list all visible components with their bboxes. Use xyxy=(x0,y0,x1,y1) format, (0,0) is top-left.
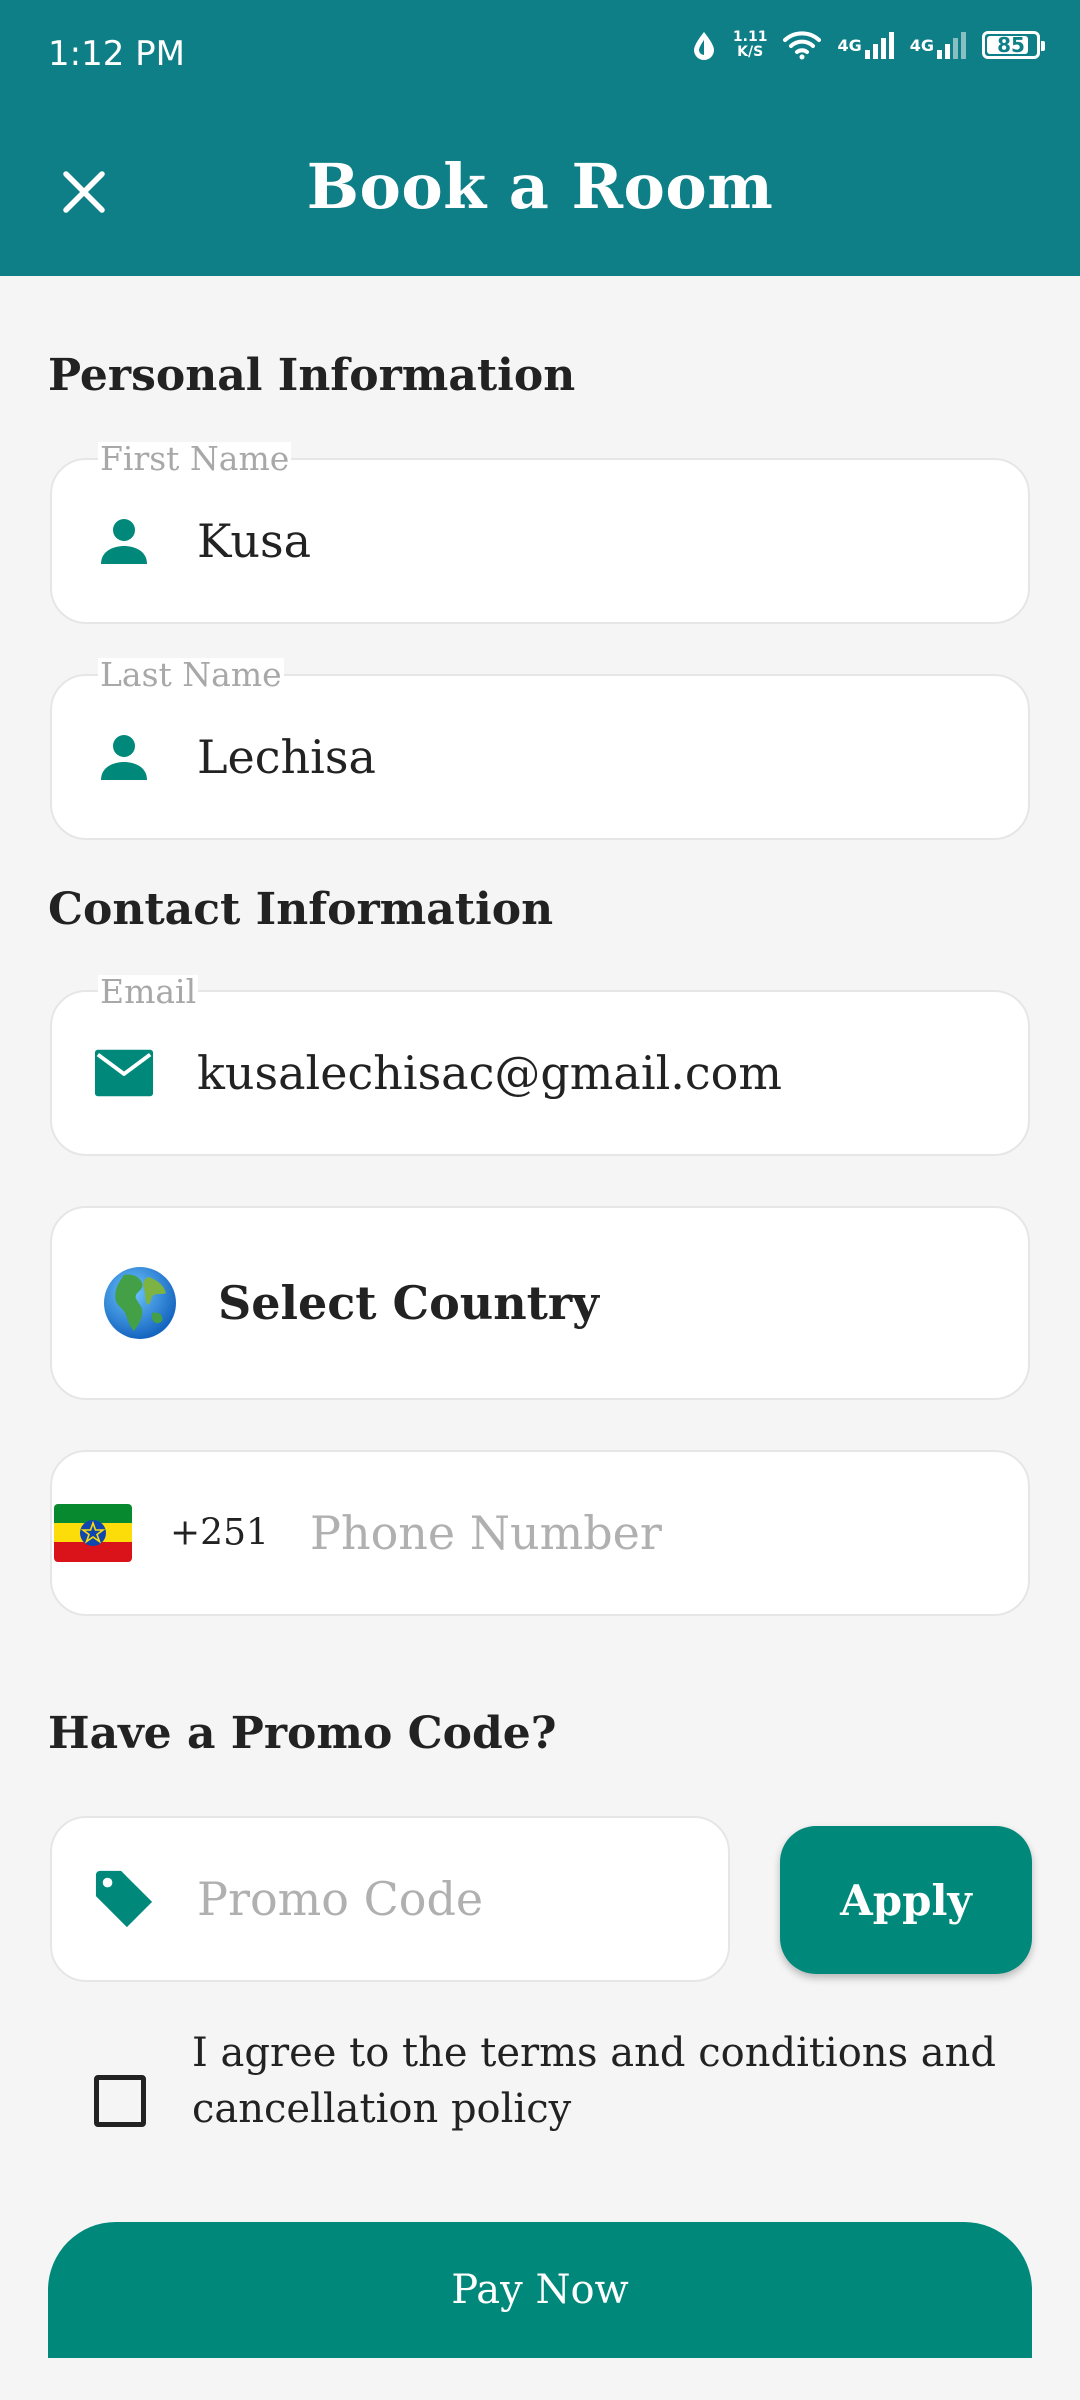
signal-icon-sim2: 4G xyxy=(910,30,966,60)
ethiopia-flag-icon xyxy=(54,1504,132,1562)
net-speed-unit: K/S xyxy=(737,44,764,60)
email-value: kusalechisac@gmail.com xyxy=(197,1046,782,1100)
email-label: Email xyxy=(98,972,199,1011)
country-select[interactable]: Select Country xyxy=(50,1206,1030,1400)
country-select-label: Select Country xyxy=(218,1276,599,1330)
net-speed-value: 1.11 xyxy=(732,29,768,45)
promo-code-input[interactable]: Promo Code xyxy=(197,1872,483,1926)
wifi-icon xyxy=(783,30,822,60)
globe-icon xyxy=(102,1265,178,1341)
person-icon xyxy=(94,727,154,787)
email-field[interactable]: kusalechisac@gmail.com xyxy=(50,990,1030,1156)
phone-number-input[interactable]: Phone Number xyxy=(310,1506,662,1560)
data-saver-icon xyxy=(691,30,717,60)
section-title-contact: Contact Information xyxy=(48,884,554,935)
status-bar: 1:12 PM 1.11 K/S 4G 4G 85 xyxy=(0,0,1080,110)
section-title-promo: Have a Promo Code? xyxy=(48,1708,557,1759)
first-name-field[interactable]: Kusa xyxy=(50,458,1030,624)
phone-field[interactable]: +251 Phone Number xyxy=(50,1450,1030,1616)
mail-icon xyxy=(94,1043,154,1103)
last-name-value: Lechisa xyxy=(197,730,376,784)
first-name-value: Kusa xyxy=(197,514,312,568)
battery-level: 85 xyxy=(997,33,1025,57)
last-name-label: Last Name xyxy=(98,655,284,694)
section-title-personal: Personal Information xyxy=(48,350,576,401)
app-bar: 1:12 PM 1.11 K/S 4G 4G 85 Book a Room xyxy=(0,0,1080,276)
status-icons: 1.11 K/S 4G 4G 85 xyxy=(691,30,1045,60)
person-icon xyxy=(94,511,154,571)
terms-checkbox[interactable] xyxy=(94,2075,146,2127)
promo-code-field[interactable]: Promo Code xyxy=(50,1816,730,1982)
first-name-label: First Name xyxy=(98,439,292,478)
terms-text: I agree to the terms and conditions and … xyxy=(192,2030,997,2132)
status-time: 1:12 PM xyxy=(48,34,185,74)
tag-icon xyxy=(94,1869,154,1929)
last-name-field[interactable]: Lechisa xyxy=(50,674,1030,840)
signal-icon-sim1: 4G xyxy=(837,30,894,60)
network-type-2: 4G xyxy=(909,35,934,55)
page-title: Book a Room xyxy=(306,150,774,223)
dial-code[interactable]: +251 xyxy=(170,1513,269,1554)
net-speed: 1.11 K/S xyxy=(733,30,768,60)
battery-icon: 85 xyxy=(982,31,1045,59)
network-type-1: 4G xyxy=(837,35,862,55)
pay-now-button[interactable]: Pay Now xyxy=(48,2222,1032,2358)
apply-button[interactable]: Apply xyxy=(780,1826,1032,1974)
